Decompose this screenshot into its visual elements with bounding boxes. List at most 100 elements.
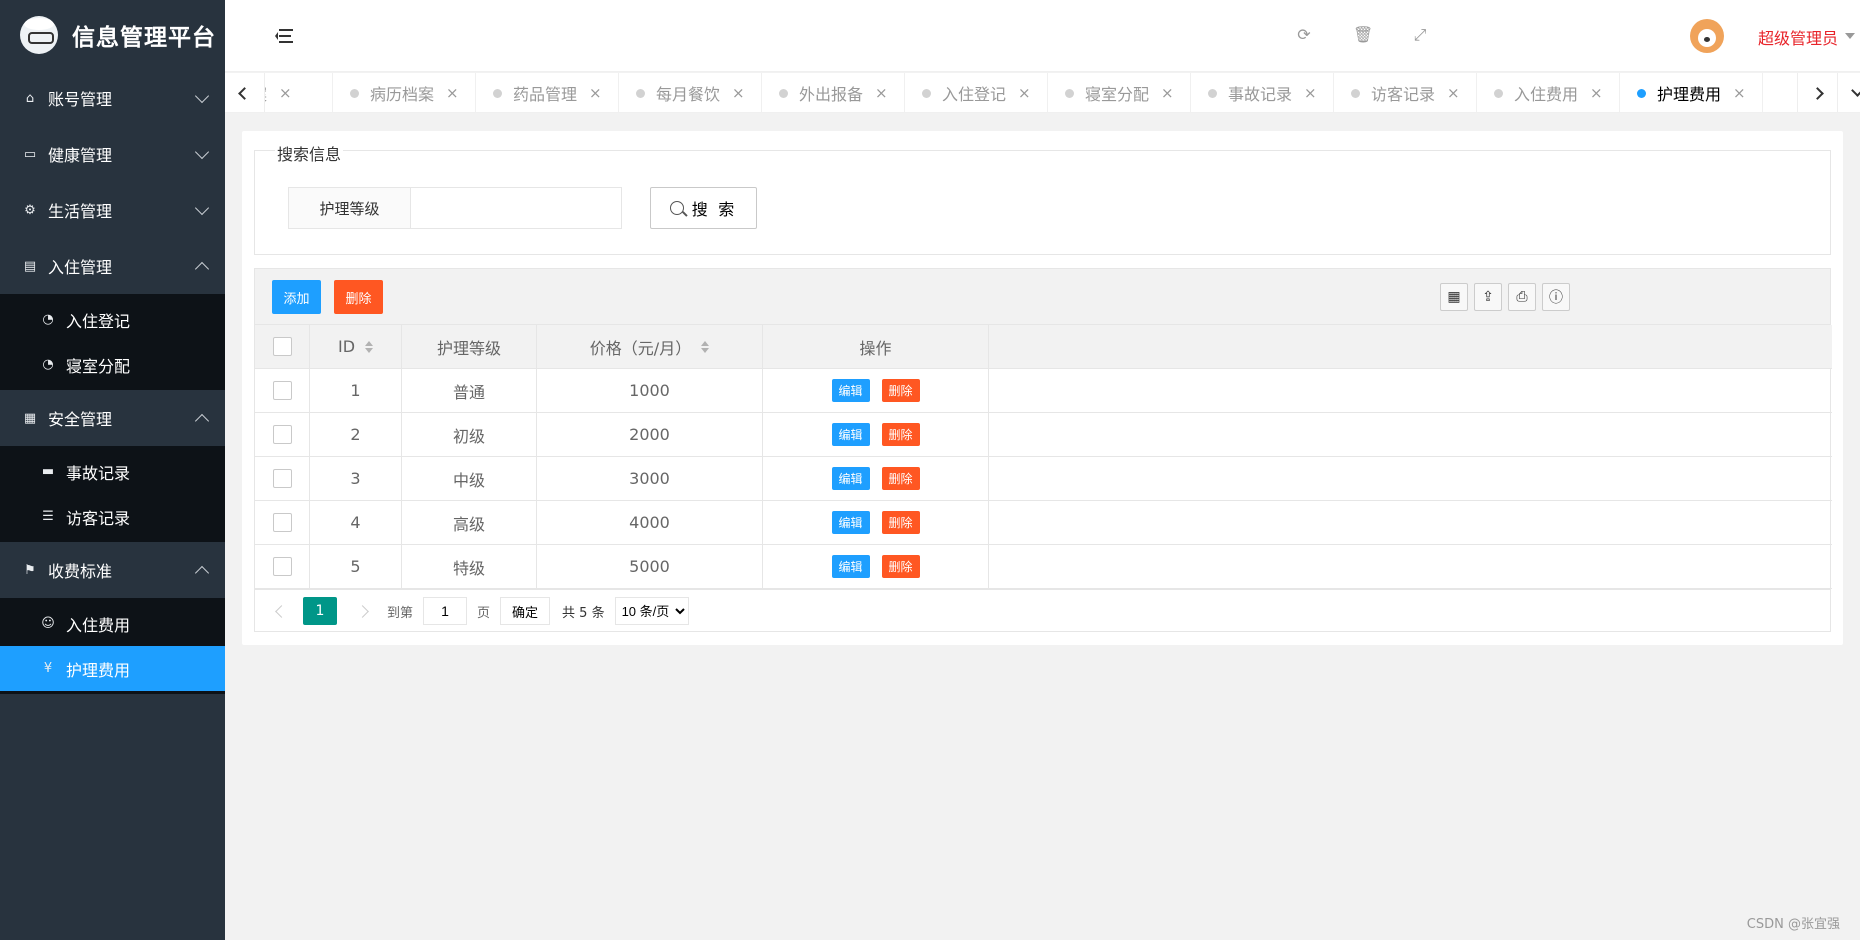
header-price[interactable]: 价格（元/月） xyxy=(537,325,763,368)
export-icon[interactable]: ⇪ xyxy=(1474,283,1502,311)
username[interactable]: 超级管理员 xyxy=(1758,25,1838,49)
row-checkbox[interactable] xyxy=(272,557,292,576)
menu-toggle-icon[interactable] xyxy=(275,29,293,43)
tab-label: 访客记录 xyxy=(1371,85,1436,104)
sidebar-group-header[interactable]: ▤ 入住管理 xyxy=(0,238,225,294)
close-icon[interactable]: × xyxy=(279,84,292,102)
header-op: 操作 xyxy=(763,325,989,368)
trash-icon[interactable]: 🗑 xyxy=(1353,26,1373,44)
close-icon[interactable]: × xyxy=(1304,84,1317,102)
sidebar-group-header[interactable]: ⚙ 生活管理 xyxy=(0,182,225,238)
edit-button[interactable]: 编辑 xyxy=(831,467,870,490)
sidebar-item[interactable]: ☰ 访客记录 xyxy=(0,494,225,539)
refresh-icon[interactable]: ⟳ xyxy=(1295,26,1313,44)
data-table-panel: 添加 删除 ▦ ⇪ ⎙ ⓘ ID 护理等级 价格（元/月） 操作 1 普通 1000… xyxy=(254,268,1832,632)
close-icon[interactable]: × xyxy=(875,84,888,102)
main-card: 搜索信息 护理等级 搜 索 添加 删除 ▦ ⇪ ⎙ ⓘ ID 护理等级 价格（元… xyxy=(242,131,1843,645)
columns-icon[interactable]: ▦ xyxy=(1440,283,1468,311)
next-page-icon[interactable] xyxy=(356,604,369,618)
nursing-level-search-input[interactable] xyxy=(410,187,622,229)
cell-level: 高级 xyxy=(402,501,537,544)
close-icon[interactable]: × xyxy=(732,84,745,102)
search-button[interactable]: 搜 索 xyxy=(650,187,757,229)
nav-group: ▤ 入住管理 ◔ 入住登记 ◔ 寝室分配 xyxy=(0,238,225,390)
sidebar-group-header[interactable]: ▦ 安全管理 xyxy=(0,390,225,446)
caret-down-icon[interactable] xyxy=(1845,33,1855,39)
close-icon[interactable]: × xyxy=(1447,84,1460,102)
row-checkbox-cell xyxy=(255,457,310,500)
chevron-down-icon xyxy=(194,88,210,104)
prev-page-icon[interactable] xyxy=(275,604,288,618)
nav-group: ⌂ 账号管理 xyxy=(0,70,225,126)
delete-button[interactable]: 删除 xyxy=(881,379,920,402)
sidebar-group-label: 安全管理 xyxy=(48,410,113,429)
add-button[interactable]: 添加 xyxy=(272,280,321,314)
close-icon[interactable]: × xyxy=(1733,84,1746,102)
tabs-track: 档案×病历档案×药品管理×每月餐饮×外出报备×入住登记×寝室分配×事故记录×访客… xyxy=(265,73,1797,112)
tab-prev-button[interactable] xyxy=(225,73,265,112)
row-checkbox-cell xyxy=(255,545,310,588)
page-size-select[interactable]: 10 条/页 xyxy=(614,597,689,625)
sidebar-item[interactable]: ☺ 入住费用 xyxy=(0,601,225,646)
info-icon[interactable]: ⓘ xyxy=(1542,283,1570,311)
tab[interactable]: 护理费用 × xyxy=(1620,73,1763,112)
sidebar-item[interactable]: ◔ 入住登记 xyxy=(0,297,225,342)
delete-button[interactable]: 删除 xyxy=(881,467,920,490)
batch-delete-button[interactable]: 删除 xyxy=(334,280,383,314)
window-icon: ▭ xyxy=(23,146,37,162)
tab-next-button[interactable] xyxy=(1797,73,1837,112)
close-icon[interactable]: × xyxy=(446,84,459,102)
sidebar-item[interactable]: ¥ 护理费用 xyxy=(0,646,225,691)
tab[interactable]: 入住登记 × xyxy=(905,73,1048,112)
cell-actions: 编辑 删除 xyxy=(763,413,989,456)
delete-button[interactable]: 删除 xyxy=(881,423,920,446)
fullscreen-icon[interactable]: ⤢ xyxy=(1411,26,1429,44)
close-icon[interactable]: × xyxy=(1590,84,1603,102)
tab[interactable]: 药品管理 × xyxy=(476,73,619,112)
row-checkbox[interactable] xyxy=(272,513,292,532)
edit-button[interactable]: 编辑 xyxy=(831,555,870,578)
print-icon[interactable]: ⎙ xyxy=(1508,283,1536,311)
tab-dot-icon xyxy=(1065,88,1074,98)
tab-more-button[interactable] xyxy=(1837,73,1860,112)
close-icon[interactable]: × xyxy=(589,84,602,102)
close-icon[interactable]: × xyxy=(1161,84,1174,102)
row-checkbox[interactable] xyxy=(272,469,292,488)
edit-button[interactable]: 编辑 xyxy=(831,511,870,534)
tab-dot-icon xyxy=(1351,88,1360,98)
tab[interactable]: 访客记录 × xyxy=(1334,73,1477,112)
sort-icon[interactable] xyxy=(365,340,374,353)
tab[interactable]: 档案 × xyxy=(265,73,333,112)
row-checkbox[interactable] xyxy=(272,381,292,400)
cell-actions: 编辑 删除 xyxy=(763,369,989,412)
sidebar: 信息管理平台 ⌂ 账号管理 ▭ 健康管理 ⚙ 生活管理 ▤ 入住管理 ◔ 入住登记 ◔ 寝室分配 ▦ 安全… xyxy=(0,0,225,940)
logo-avatar-icon xyxy=(20,16,58,54)
current-page-button[interactable]: 1 xyxy=(303,597,337,625)
goto-confirm-button[interactable]: 确定 xyxy=(500,597,551,625)
tab[interactable]: 外出报备 × xyxy=(762,73,905,112)
edit-button[interactable]: 编辑 xyxy=(831,379,870,402)
delete-button[interactable]: 删除 xyxy=(881,511,920,534)
sidebar-group-header[interactable]: ⌂ 账号管理 xyxy=(0,70,225,126)
tab[interactable]: 事故记录 × xyxy=(1191,73,1334,112)
close-icon[interactable]: × xyxy=(1018,84,1031,102)
tab[interactable]: 病历档案 × xyxy=(333,73,476,112)
sidebar-group-header[interactable]: ▭ 健康管理 xyxy=(0,126,225,182)
sidebar-item[interactable]: ◔ 寝室分配 xyxy=(0,342,225,387)
sidebar-group-header[interactable]: ⚑ 收费标准 xyxy=(0,542,225,598)
delete-button[interactable]: 删除 xyxy=(881,555,920,578)
select-all-checkbox[interactable] xyxy=(272,337,292,356)
goto-page-input[interactable] xyxy=(423,597,468,625)
sidebar-item[interactable]: ▬ 事故记录 xyxy=(0,449,225,494)
header-id[interactable]: ID xyxy=(310,325,402,368)
tab[interactable]: 入住费用 × xyxy=(1477,73,1620,112)
nav-group: ⚑ 收费标准 ☺ 入住费用 ¥ 护理费用 xyxy=(0,542,225,694)
sidebar-submenu: ▬ 事故记录 ☰ 访客记录 xyxy=(0,446,225,542)
sort-icon[interactable] xyxy=(701,340,710,353)
user-avatar[interactable] xyxy=(1690,19,1724,53)
row-checkbox[interactable] xyxy=(272,425,292,444)
edit-button[interactable]: 编辑 xyxy=(831,423,870,446)
tab[interactable]: 寝室分配 × xyxy=(1048,73,1191,112)
tab-label: 入住登记 xyxy=(942,85,1007,104)
tab[interactable]: 每月餐饮 × xyxy=(619,73,762,112)
